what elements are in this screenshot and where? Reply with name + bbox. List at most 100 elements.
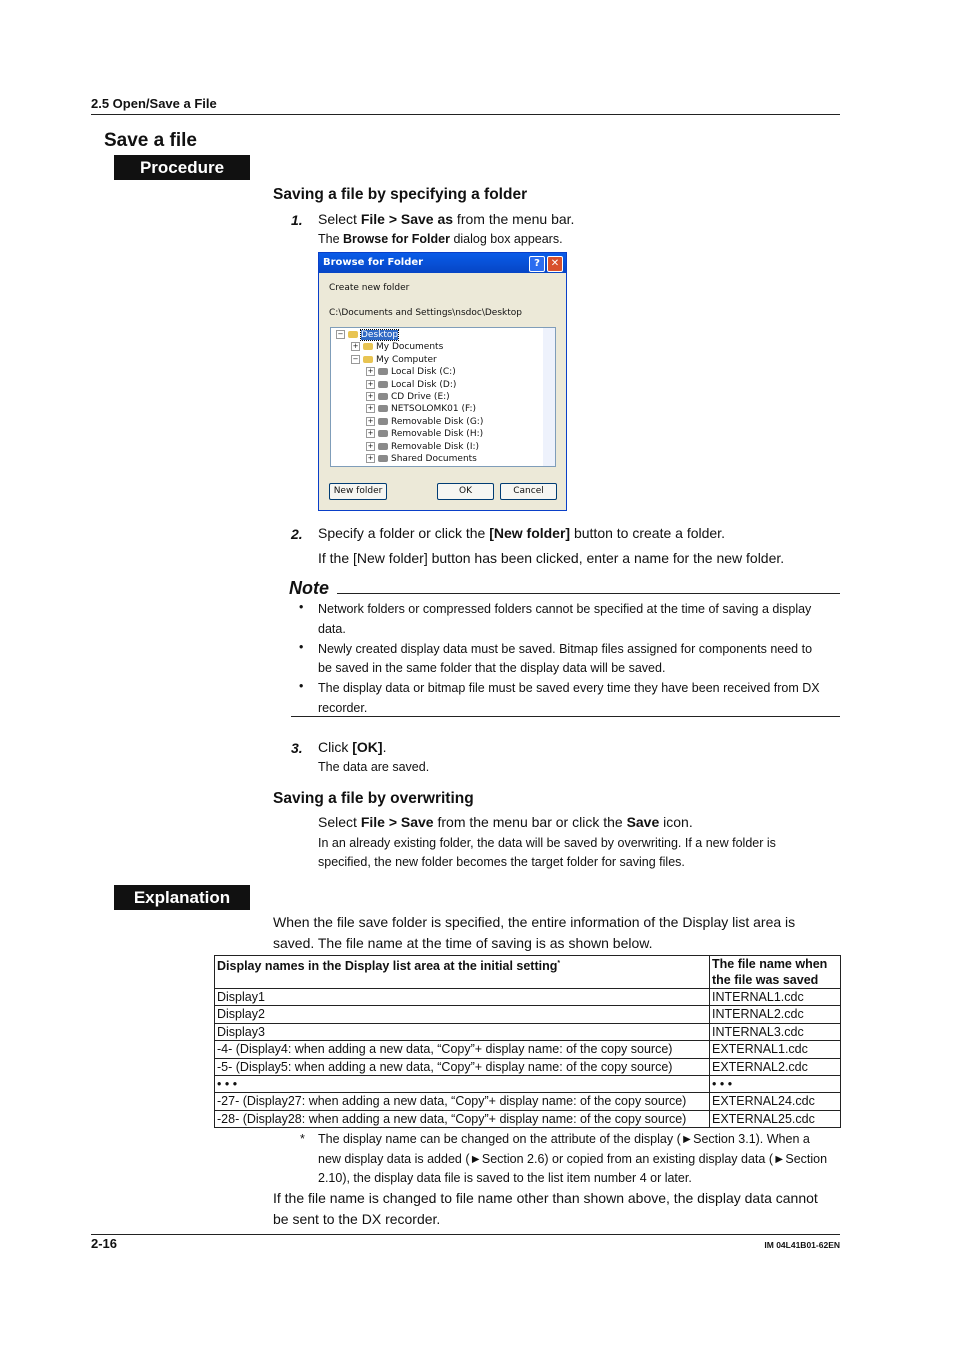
table-row: -27- (Display27: when adding a new data,… bbox=[214, 1092, 841, 1111]
file-name-cell: • • • bbox=[709, 1074, 841, 1094]
file-name-cell: INTERNAL3.cdc bbox=[709, 1022, 841, 1042]
table-row: Display2 INTERNAL2.cdc bbox=[214, 1005, 841, 1024]
close-icon[interactable]: ✕ bbox=[547, 256, 563, 272]
expand-icon[interactable]: + bbox=[366, 416, 375, 426]
drive-icon bbox=[378, 380, 388, 388]
drive-icon bbox=[378, 368, 388, 376]
expand-icon[interactable]: + bbox=[366, 429, 375, 439]
dialog-title: Browse for Folder bbox=[323, 257, 424, 268]
new-folder-button[interactable]: New folder bbox=[329, 483, 387, 500]
manual-page: 2.5 Open/Save a File Save a file Procedu… bbox=[0, 0, 954, 1350]
overwrite-line2: specified, the new folder becomes the ta… bbox=[318, 855, 685, 869]
drive-icon bbox=[378, 430, 388, 438]
folder-icon bbox=[363, 343, 373, 351]
tree-node[interactable]: + NETSOLOMK01 (F:) bbox=[366, 403, 476, 415]
drive-icon bbox=[378, 393, 388, 400]
expand-icon[interactable]: − bbox=[336, 330, 345, 339]
bullet: • bbox=[299, 679, 304, 693]
table-header-row: Display names in the Display list area a… bbox=[214, 955, 841, 989]
note-item: Network folders or compressed folders ca… bbox=[318, 602, 812, 636]
expand-icon[interactable]: + bbox=[351, 342, 360, 352]
file-name-cell: EXTERNAL1.cdc bbox=[709, 1040, 841, 1059]
expand-icon[interactable]: + bbox=[366, 367, 375, 377]
file-name-cell: EXTERNAL2.cdc bbox=[709, 1057, 841, 1076]
tree-node-label: Removable Disk (G:) bbox=[391, 416, 484, 427]
tree-node-label: Desktop bbox=[359, 329, 400, 341]
expand-icon[interactable]: + bbox=[366, 392, 375, 401]
doc-number: IM 04L41B01-62EN bbox=[764, 1240, 840, 1250]
tree-node-label: My Documents bbox=[376, 342, 444, 353]
drive-icon bbox=[378, 442, 388, 450]
tree-node[interactable]: + Removable Disk (I:) bbox=[366, 441, 479, 453]
cancel-button[interactable]: Cancel bbox=[500, 483, 557, 500]
table-row: • • • • • • bbox=[214, 1074, 841, 1094]
expand-icon[interactable]: + bbox=[366, 441, 375, 451]
tree-node-label: Local Disk (C:) bbox=[391, 367, 456, 378]
tree-node[interactable]: − My Computer bbox=[351, 354, 437, 366]
table-row: -5- (Display5: when adding a new data, “… bbox=[214, 1057, 841, 1076]
tree-node-label: My Computer bbox=[376, 354, 437, 365]
subheading-overwrite: Saving a file by overwriting bbox=[273, 790, 474, 807]
tree-scrollbar[interactable] bbox=[543, 328, 555, 466]
display-name-cell: -4- (Display4: when adding a new data, “… bbox=[214, 1040, 710, 1059]
file-name-cell: EXTERNAL24.cdc bbox=[709, 1092, 841, 1111]
help-icon[interactable]: ? bbox=[529, 256, 545, 272]
note-title: Note bbox=[289, 578, 329, 598]
tree-node[interactable]: + My Documents bbox=[351, 341, 443, 353]
step2-text: Specify a folder or click the [New folde… bbox=[318, 525, 725, 541]
tree-node[interactable]: + Removable Disk (H:) bbox=[366, 428, 483, 440]
bullet: • bbox=[299, 600, 304, 614]
file-name-table: Display names in the Display list area a… bbox=[214, 955, 841, 1129]
drive-icon bbox=[378, 417, 388, 425]
footnote-line2: new display data is added (►Section 2.6)… bbox=[318, 1152, 828, 1166]
tree-node-label: CD Drive (E:) bbox=[391, 392, 450, 402]
header-cell: The file name when the file was saved bbox=[709, 955, 841, 989]
expand-icon[interactable]: + bbox=[366, 379, 375, 389]
tree-node[interactable]: + CD Drive (E:) bbox=[366, 391, 450, 403]
tree-node-label: Removable Disk (H:) bbox=[391, 429, 484, 440]
step-number: 3. bbox=[291, 740, 303, 756]
file-name-cell: INTERNAL1.cdc bbox=[709, 987, 841, 1007]
tree-node[interactable]: + Removable Disk (G:) bbox=[366, 416, 483, 428]
overwrite-line1: In an already existing folder, the data … bbox=[318, 836, 776, 850]
step-number: 1. bbox=[291, 212, 303, 228]
tree-node-label: Removable Disk (I:) bbox=[391, 441, 480, 452]
ok-button[interactable]: OK bbox=[437, 483, 494, 500]
table-row: Display3 INTERNAL3.cdc bbox=[214, 1022, 841, 1042]
footer-rule bbox=[91, 1234, 840, 1235]
closing-line1: If the file name is changed to file name… bbox=[273, 1190, 818, 1206]
explanation-label: Explanation bbox=[114, 885, 250, 910]
step1-text: Select File > Save as from the menu bar. bbox=[318, 211, 575, 227]
display-name-cell: -28- (Display28: when adding a new data,… bbox=[214, 1109, 710, 1129]
expand-icon[interactable]: + bbox=[366, 454, 375, 463]
display-name-cell: -27- (Display27: when adding a new data,… bbox=[214, 1092, 710, 1111]
header-cell: Display names in the Display list area a… bbox=[214, 955, 710, 989]
file-name-cell: EXTERNAL25.cdc bbox=[709, 1109, 841, 1129]
tree-node[interactable]: + Local Disk (C:) bbox=[366, 366, 456, 378]
expand-icon[interactable]: − bbox=[351, 354, 360, 364]
expand-icon[interactable]: + bbox=[366, 404, 375, 414]
procedure-label: Procedure bbox=[114, 155, 250, 180]
tree-node-label: NETSOLOMK01 (F:) bbox=[391, 404, 477, 415]
tree-node-label: Local Disk (D:) bbox=[391, 379, 457, 390]
tree-node[interactable]: + Shared Documents bbox=[366, 453, 477, 465]
table-row: Display1 INTERNAL1.cdc bbox=[214, 987, 841, 1007]
closing-line2: be sent to the DX recorder. bbox=[273, 1211, 441, 1227]
table-row: -28- (Display28: when adding a new data,… bbox=[214, 1109, 841, 1129]
note-rule-bottom bbox=[291, 716, 840, 717]
explanation-line1: When the file save folder is specified, … bbox=[273, 914, 796, 930]
step3-subtext: The data are saved. bbox=[318, 760, 430, 774]
footnote-mark: * bbox=[300, 1132, 305, 1146]
page-number: 2-16 bbox=[91, 1236, 118, 1251]
explanation-line2: saved. The file name at the time of savi… bbox=[273, 935, 653, 951]
folder-tree[interactable]: − Desktop + My Documents − My Computer + Local … bbox=[330, 327, 556, 467]
step3-text: Click [OK]. bbox=[318, 739, 387, 755]
step1-subtext: The Browse for Folder dialog box appears… bbox=[318, 232, 563, 246]
tree-node[interactable]: + Local Disk (D:) bbox=[366, 379, 456, 391]
note-rule-top bbox=[337, 593, 840, 594]
display-name-cell: • • • bbox=[214, 1074, 710, 1094]
tree-node[interactable]: − Desktop bbox=[336, 329, 400, 341]
dialog-caption: Create new folder bbox=[329, 283, 410, 293]
display-name-cell: -5- (Display5: when adding a new data, “… bbox=[214, 1057, 710, 1076]
subheading-folder: Saving a file by specifying a folder bbox=[273, 186, 528, 203]
